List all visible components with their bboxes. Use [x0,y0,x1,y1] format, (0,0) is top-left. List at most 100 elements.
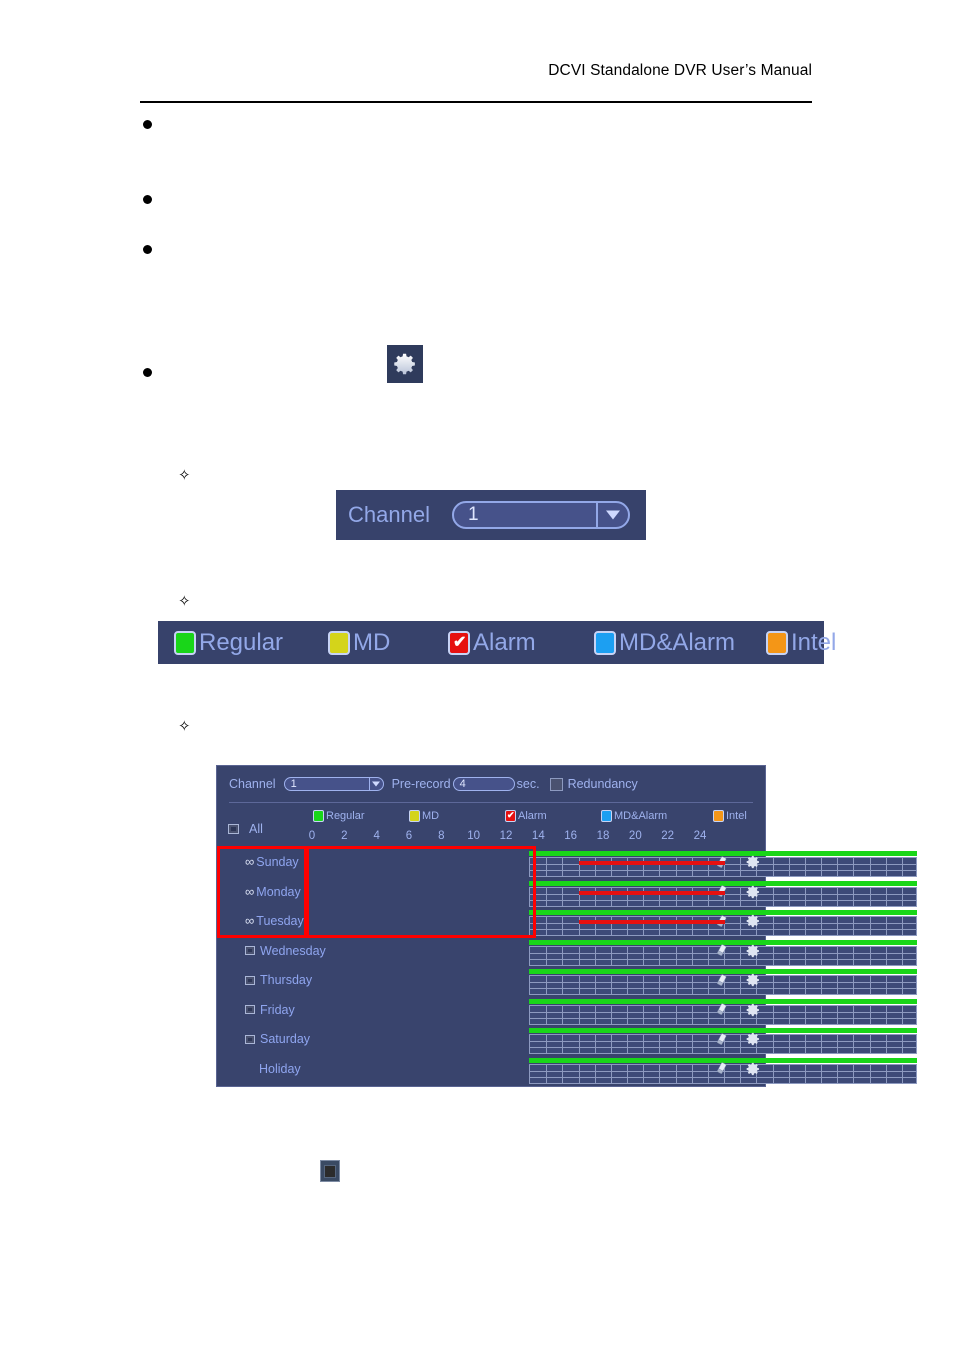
grid-line-vertical [659,946,661,965]
day-checkbox[interactable] [245,946,255,955]
row-action-icons [714,943,761,959]
grid-line-vertical [546,1064,548,1083]
color-swatch-icon[interactable] [313,810,324,822]
color-swatch-icon[interactable] [594,630,616,655]
gear-icon[interactable] [745,913,761,929]
grid-line-vertical [869,858,871,876]
alarm-record-bar[interactable] [579,920,725,924]
schedule-legend-item-intel[interactable]: Intel [713,810,747,822]
gear-icon[interactable] [745,972,761,988]
color-swatch-icon[interactable] [174,630,196,655]
redundancy-checkbox[interactable] [549,777,563,791]
schedule-legend-item-alarm[interactable]: ✔ Alarm [505,810,547,822]
chevron-down-icon[interactable] [371,781,380,787]
bullet-marker [143,245,152,254]
day-checkbox[interactable] [245,1034,255,1044]
select-all-label: All [249,822,263,836]
prerecord-input[interactable]: 4 [452,777,515,791]
gear-icon[interactable] [745,1031,761,1047]
eraser-icon[interactable] [714,1002,729,1017]
gear-icon[interactable] [745,1002,761,1018]
legend-item-regular[interactable]: Regular [174,630,283,655]
grid-line-vertical [772,1035,774,1053]
schedule-legend-item-md[interactable]: MD [409,810,439,822]
day-label-tuesday[interactable]: ∞ Tuesday [245,914,304,928]
day-label-saturday[interactable]: Saturday [245,1032,310,1046]
color-swatch-icon[interactable] [766,630,788,655]
grid-line-vertical [821,1035,822,1053]
day-label-holiday[interactable]: Holiday [259,1062,301,1076]
grid-line-vertical [772,946,774,965]
chevron-down-icon[interactable] [605,510,620,520]
gear-icon[interactable] [745,943,761,959]
day-label-thursday[interactable]: Thursday [245,973,312,987]
grid-line-vertical [578,1064,580,1083]
schedule-row: Friday [217,998,917,1028]
grid-line-vertical [675,1035,677,1053]
schedule-row: ∞ Tuesday [217,909,917,939]
grid-line-vertical [707,976,709,994]
schedule-legend-item-regular[interactable]: Regular [313,810,365,822]
legend-item-intel[interactable]: Intel [766,630,836,655]
schedule-row: Thursday [217,968,917,998]
legend-item-md[interactable]: MD [328,630,390,655]
grid-line-vertical [821,887,822,906]
grid-line-vertical [707,1064,709,1083]
grid-line-vertical [869,946,871,965]
day-label-friday[interactable]: Friday [245,1003,295,1017]
gear-icon[interactable] [745,854,761,870]
grid-line-horizontal [530,870,916,871]
grid-line-vertical [869,917,871,935]
grid-line-vertical [772,917,774,935]
eraser-icon[interactable] [714,1032,729,1047]
chain-link-icon[interactable]: ∞ [245,914,254,927]
record-type-legend-figure: Regular MD ✔ Alarm MD&Alarm Intel [158,621,836,664]
alarm-record-bar[interactable] [579,890,725,895]
chain-link-icon[interactable]: ∞ [245,885,254,898]
color-swatch-icon[interactable] [713,810,724,822]
grid-line-vertical [853,887,855,906]
chain-link-icon[interactable]: ∞ [245,855,254,868]
grid-line-vertical [546,917,548,935]
color-swatch-icon[interactable] [328,630,350,655]
day-label-monday[interactable]: ∞ Monday [245,885,301,899]
grid-line-vertical [788,917,790,935]
channel-dropdown[interactable]: 1 [451,501,630,529]
gear-icon[interactable] [745,1061,761,1077]
axis-tick-label: 14 [531,830,545,842]
grid-line-vertical [643,1005,645,1024]
grid-line-vertical [837,858,839,876]
schedule-legend: Regular MD ✔ Alarm MD&Alarm Intel [313,810,763,824]
grid-line-vertical [659,1035,661,1053]
eraser-icon[interactable] [714,1061,729,1076]
grid-line-vertical [837,1064,839,1083]
grid-line-vertical [869,1064,871,1083]
schedule-channel-dropdown[interactable]: 1 [283,777,384,791]
select-all-row[interactable]: All [228,822,263,836]
eraser-icon[interactable] [714,973,729,988]
eraser-icon[interactable] [714,943,729,958]
select-all-checkbox[interactable] [228,824,239,834]
legend-item-alarm[interactable]: ✔ Alarm [448,630,536,655]
schedule-channel-label: Channel [229,777,276,791]
alarm-record-bar[interactable] [579,861,725,865]
prerecord-label: Pre-record [391,777,451,791]
day-checkbox[interactable] [245,1005,255,1014]
grid-line-vertical [643,1064,645,1083]
color-swatch-icon[interactable] [409,810,420,822]
gear-icon[interactable] [745,884,761,900]
prerecord-value: 4 [459,778,466,790]
grid-line-vertical [772,976,774,994]
legend-item-mdandalarm[interactable]: MD&Alarm [594,630,735,655]
document-header: DCVI Standalone DVR User’s Manual [140,62,812,80]
day-label-sunday[interactable]: ∞ Sunday [245,855,299,869]
day-label-wednesday[interactable]: Wednesday [245,944,326,958]
color-swatch-icon[interactable] [601,810,612,822]
schedule-legend-label: Regular [326,810,365,822]
day-checkbox[interactable] [245,975,255,985]
schedule-legend-item-mdandalarm[interactable]: MD&Alarm [601,810,667,822]
checked-checkbox-icon[interactable]: ✔ [505,810,516,822]
checked-checkbox-icon[interactable]: ✔ [448,630,470,655]
grid-line-vertical [853,976,855,994]
grid-line-vertical [837,917,839,935]
